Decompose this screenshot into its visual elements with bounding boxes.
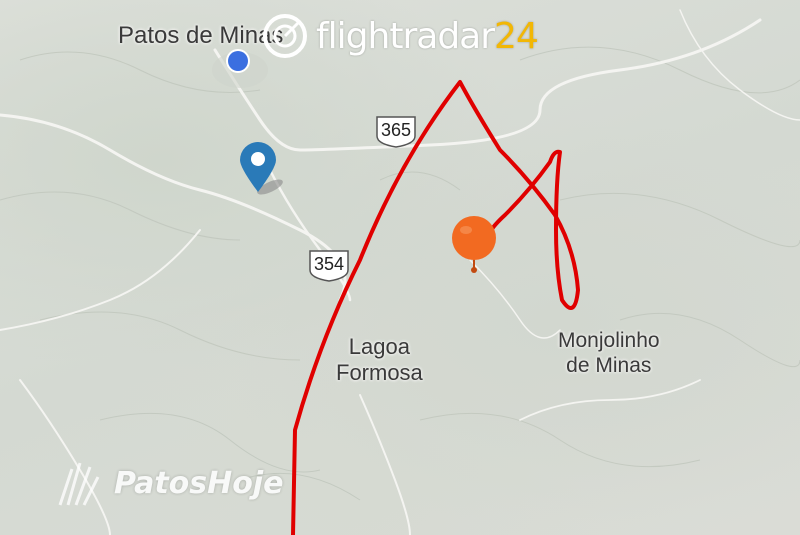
logo-brand: flightradar	[316, 15, 495, 57]
watermark-text: PatosHoje	[114, 465, 284, 501]
patoshoje-watermark: PatosHoje	[50, 455, 283, 511]
orange-balloon-icon[interactable]	[452, 216, 496, 273]
blue-dot-icon[interactable]	[226, 49, 250, 73]
map-pin-icon[interactable]	[240, 142, 285, 197]
flight-track-line	[291, 80, 580, 535]
radar-icon	[263, 14, 307, 58]
logo-number: 24	[494, 15, 539, 57]
hand-logo-icon	[58, 462, 100, 506]
flightradar24-logo: flightradar24	[260, 8, 539, 64]
map-view[interactable]: Patos de Minas Lagoa Formosa Monjolinho …	[0, 0, 800, 535]
logo-wordmark: flightradar24	[316, 15, 539, 57]
